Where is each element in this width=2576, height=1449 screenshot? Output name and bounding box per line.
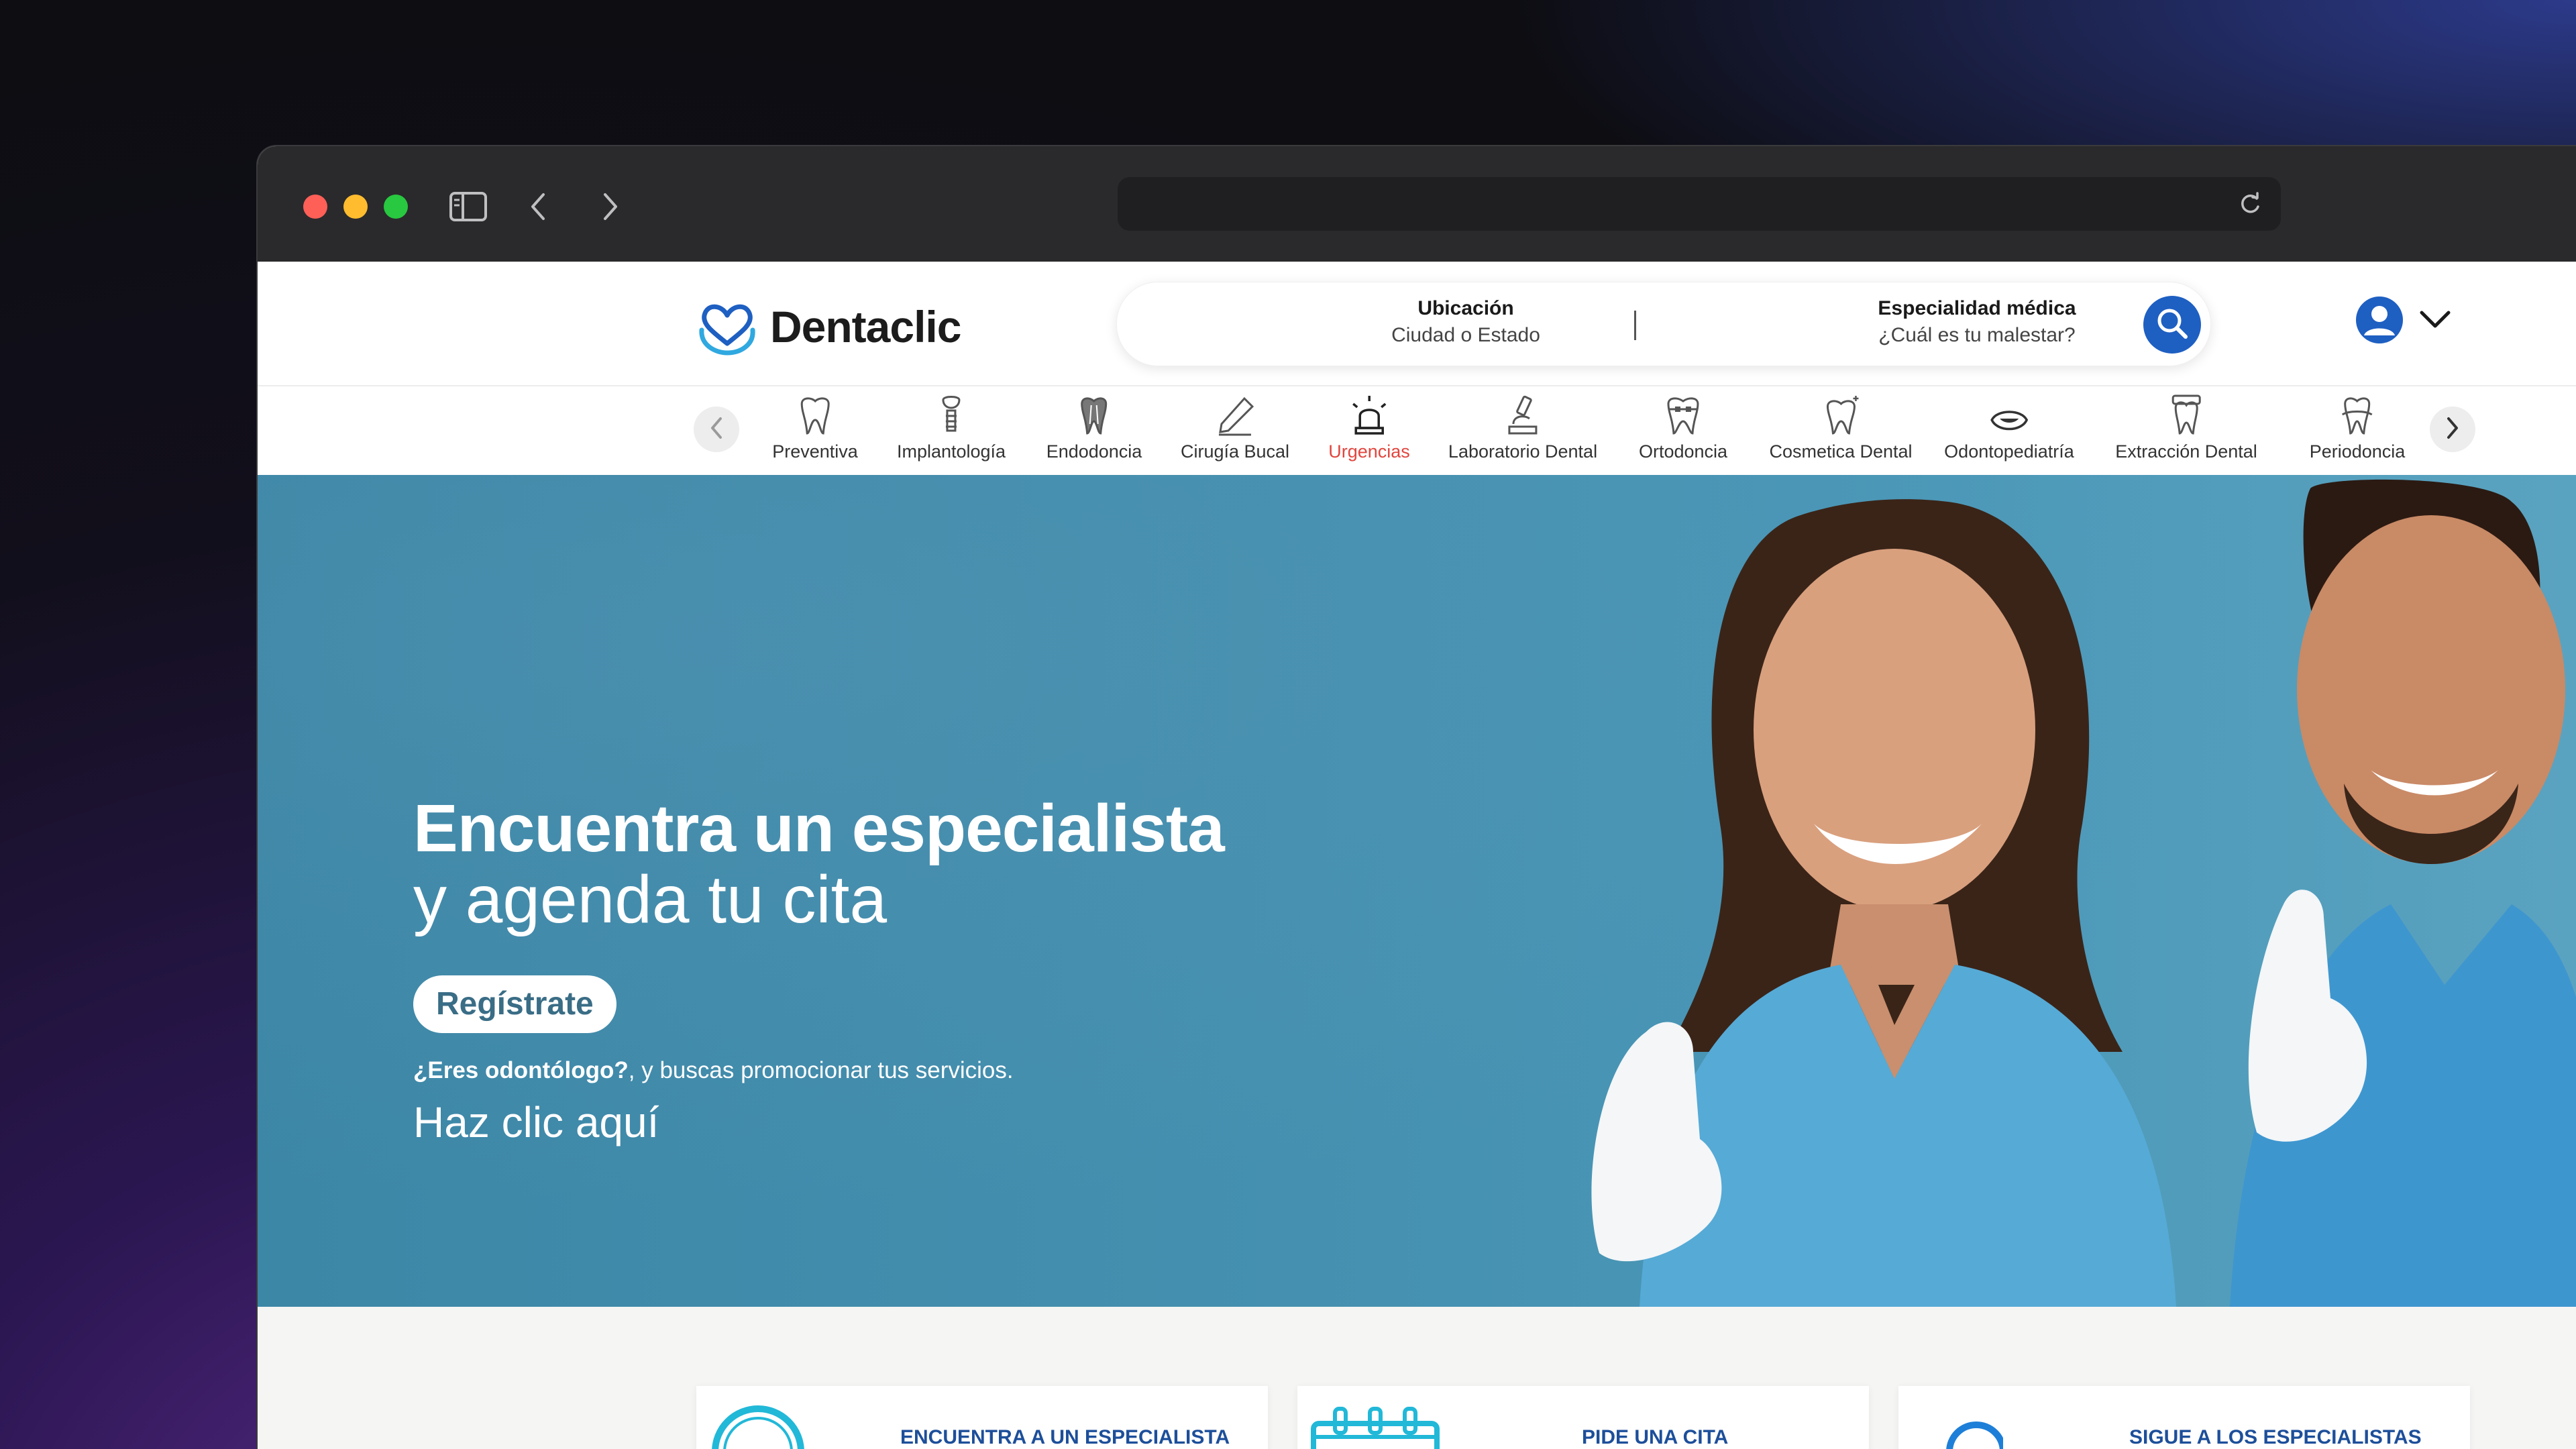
site-header: Dentaclic Ubicación Ciudad o Estado Espe… [258,262,2576,386]
dentist-promo-question: ¿Eres odontólogo? [413,1057,629,1083]
feature-title: SIGUE A LOS ESPECIALISTAS [2129,1426,2422,1448]
user-menu[interactable] [2355,295,2451,347]
search-ring-icon [707,1399,814,1449]
sidebar-toggle-icon[interactable] [448,188,488,225]
hero-title-line2: y agenda tu cita [413,862,888,937]
gum-tooth-icon [2310,394,2406,437]
category-item-laboratorio-dental[interactable]: Laboratorio Dental [1448,394,1597,462]
scalpel-icon [1181,394,1289,437]
category-label: Laboratorio Dental [1448,441,1598,462]
maximize-window-button[interactable] [384,195,408,219]
follow-user-icon [1909,1399,2006,1449]
hero-banner: Encuentra un especialista y agenda tu ci… [258,475,2576,1307]
click-here-link[interactable]: Haz clic aquí [413,1097,659,1147]
category-label: Preventiva [772,441,858,462]
category-item-odontopediatria[interactable]: Odontopediatría [1944,394,2074,462]
calendar-icon [1308,1399,1442,1449]
root-canal-icon [1046,394,1142,437]
search-button[interactable] [2143,296,2201,354]
search-icon [2153,305,2191,345]
dentist-promo-text: , y buscas promocionar tus servicios. [628,1057,1014,1083]
brand-name: Dentaclic [770,302,961,352]
kid-smile-icon [1944,394,2074,437]
category-item-ortodoncia[interactable]: Ortodoncia [1639,394,1727,462]
search-bar: Ubicación Ciudad o Estado Especialidad m… [1116,282,2211,366]
implant-icon [897,394,1006,437]
category-label: Implantología [896,441,1006,462]
category-item-cosmetica-dental[interactable]: Cosmetica Dental [1769,394,1913,462]
category-label: Ortodoncia [1638,441,1728,462]
features-section: ENCUENTRA A UN ESPECIALISTA PIDE UNA CIT… [258,1307,2576,1449]
feature-card-find-specialist[interactable]: ENCUENTRA A UN ESPECIALISTA [696,1386,1268,1449]
category-label: Extracción Dental [2115,441,2257,462]
carousel-prev-button[interactable] [694,407,739,452]
specialty-label: Especialidad médica [1878,297,2076,319]
tooth-icon [772,394,858,437]
location-field[interactable]: Ubicación Ciudad o Estado [1298,297,1633,347]
minimize-window-button[interactable] [343,195,368,219]
reload-icon[interactable] [2237,191,2263,220]
microscope-icon [1448,394,1597,437]
feature-title: ENCUENTRA A UN ESPECIALISTA [900,1426,1230,1448]
chevron-right-icon [2445,416,2461,443]
category-item-implantologia[interactable]: Implantología [897,394,1006,462]
search-divider [1634,311,1636,340]
category-item-periodoncia[interactable]: Periodoncia [2309,394,2406,462]
category-label: Periodoncia [2309,441,2406,462]
feature-card-book-appointment[interactable]: PIDE UNA CITA [1297,1386,1869,1449]
alarm-light-icon [1328,394,1410,437]
sparkle-tooth-icon [1769,394,1912,437]
category-item-cirugia-bucal[interactable]: Cirugía Bucal [1181,394,1289,462]
browser-titlebar [258,146,2576,262]
extraction-icon [2115,394,2257,437]
heart-tooth-logo-icon [695,295,759,358]
chevron-down-icon [2419,310,2451,333]
specialty-field[interactable]: Especialidad médica ¿Cuál es tu malestar… [1809,297,2145,347]
hero-title-line1: Encuentra un especialista [413,791,1225,866]
category-label: Odontopediatría [1944,441,2074,462]
address-bar[interactable] [1118,177,2281,231]
hero-photo-dentist-man [2230,475,2576,1307]
category-label: Cosmetica Dental [1769,441,1913,462]
category-item-preventiva[interactable]: Preventiva [772,394,858,462]
specialty-placeholder: ¿Cuál es tu malestar? [1878,324,2076,346]
close-window-button[interactable] [303,195,327,219]
category-label: Cirugía Bucal [1180,441,1290,462]
dentist-promo-note: ¿Eres odontólogo?, y buscas promocionar … [413,1057,1014,1084]
category-item-urgencias[interactable]: Urgencias [1328,394,1410,462]
category-item-extraccion-dental[interactable]: Extracción Dental [2115,394,2257,462]
location-placeholder: Ciudad o Estado [1391,324,1540,346]
location-label: Ubicación [1417,297,1514,319]
braces-icon [1639,394,1727,437]
feature-card-follow-specialists[interactable]: SIGUE A LOS ESPECIALISTAS [1898,1386,2470,1449]
feature-title: PIDE UNA CITA [1582,1426,1729,1448]
category-label: Urgencias [1328,441,1410,462]
site-logo[interactable]: Dentaclic [695,295,961,358]
chevron-left-icon [708,416,724,443]
user-avatar-icon [2355,295,2404,347]
back-arrow-icon[interactable] [525,188,551,225]
category-label: Endodoncia [1046,441,1142,462]
forward-arrow-icon[interactable] [597,188,624,225]
category-item-endodoncia[interactable]: Endodoncia [1046,394,1142,462]
browser-window: Dentaclic Ubicación Ciudad o Estado Espe… [258,146,2576,1449]
carousel-next-button[interactable] [2430,407,2475,452]
category-carousel: Preventiva Implantología Endodoncia Ciru… [258,386,2576,475]
register-button[interactable]: Regístrate [413,975,616,1033]
